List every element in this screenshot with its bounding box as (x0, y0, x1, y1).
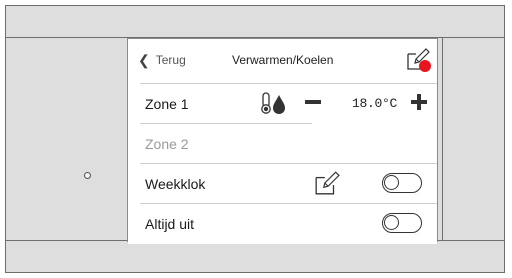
toggle-knob (384, 215, 399, 230)
thermometer-drop-icon (261, 92, 285, 114)
zone-1-temperature: 18.0°C (352, 96, 398, 111)
notification-dot (419, 60, 431, 72)
edit-note-icon (315, 171, 340, 195)
status-led-icon (84, 172, 91, 179)
back-label: Terug (155, 53, 186, 67)
list-item-altijd-uit: Altijd uit (128, 204, 437, 244)
list-item-zone-2[interactable]: Zone 2 (128, 124, 437, 164)
frame-left-panel (6, 38, 128, 240)
weekklok-label: Weekklok (145, 176, 206, 192)
toggle-knob (384, 175, 399, 190)
edit-button[interactable] (406, 47, 431, 72)
weekklok-edit-button[interactable] (314, 170, 340, 196)
altijd-uit-label: Altijd uit (145, 216, 195, 232)
touch-screen: ❮ Terug Verwarmen/Koelen Zone 1 18.0°C Z… (127, 38, 438, 244)
altijd-uit-toggle[interactable] (382, 213, 422, 233)
frame-bottom-bar (6, 240, 504, 272)
list-item-zone-1[interactable]: Zone 1 18.0°C (128, 84, 437, 124)
screen-header: ❮ Terug Verwarmen/Koelen (128, 39, 437, 83)
frame-top-bar (6, 6, 504, 38)
zone-1-label: Zone 1 (145, 96, 189, 112)
weekklok-toggle[interactable] (382, 173, 422, 193)
back-button[interactable]: ❮ Terug (138, 53, 186, 67)
minus-icon[interactable] (304, 91, 322, 113)
plus-icon[interactable] (410, 91, 428, 113)
chevron-left-icon: ❮ (138, 52, 150, 68)
frame-right-panel (442, 38, 504, 240)
zone-2-label: Zone 2 (145, 136, 189, 152)
list-item-weekklok: Weekklok (128, 164, 437, 204)
page-title: Verwarmen/Koelen (232, 53, 334, 67)
